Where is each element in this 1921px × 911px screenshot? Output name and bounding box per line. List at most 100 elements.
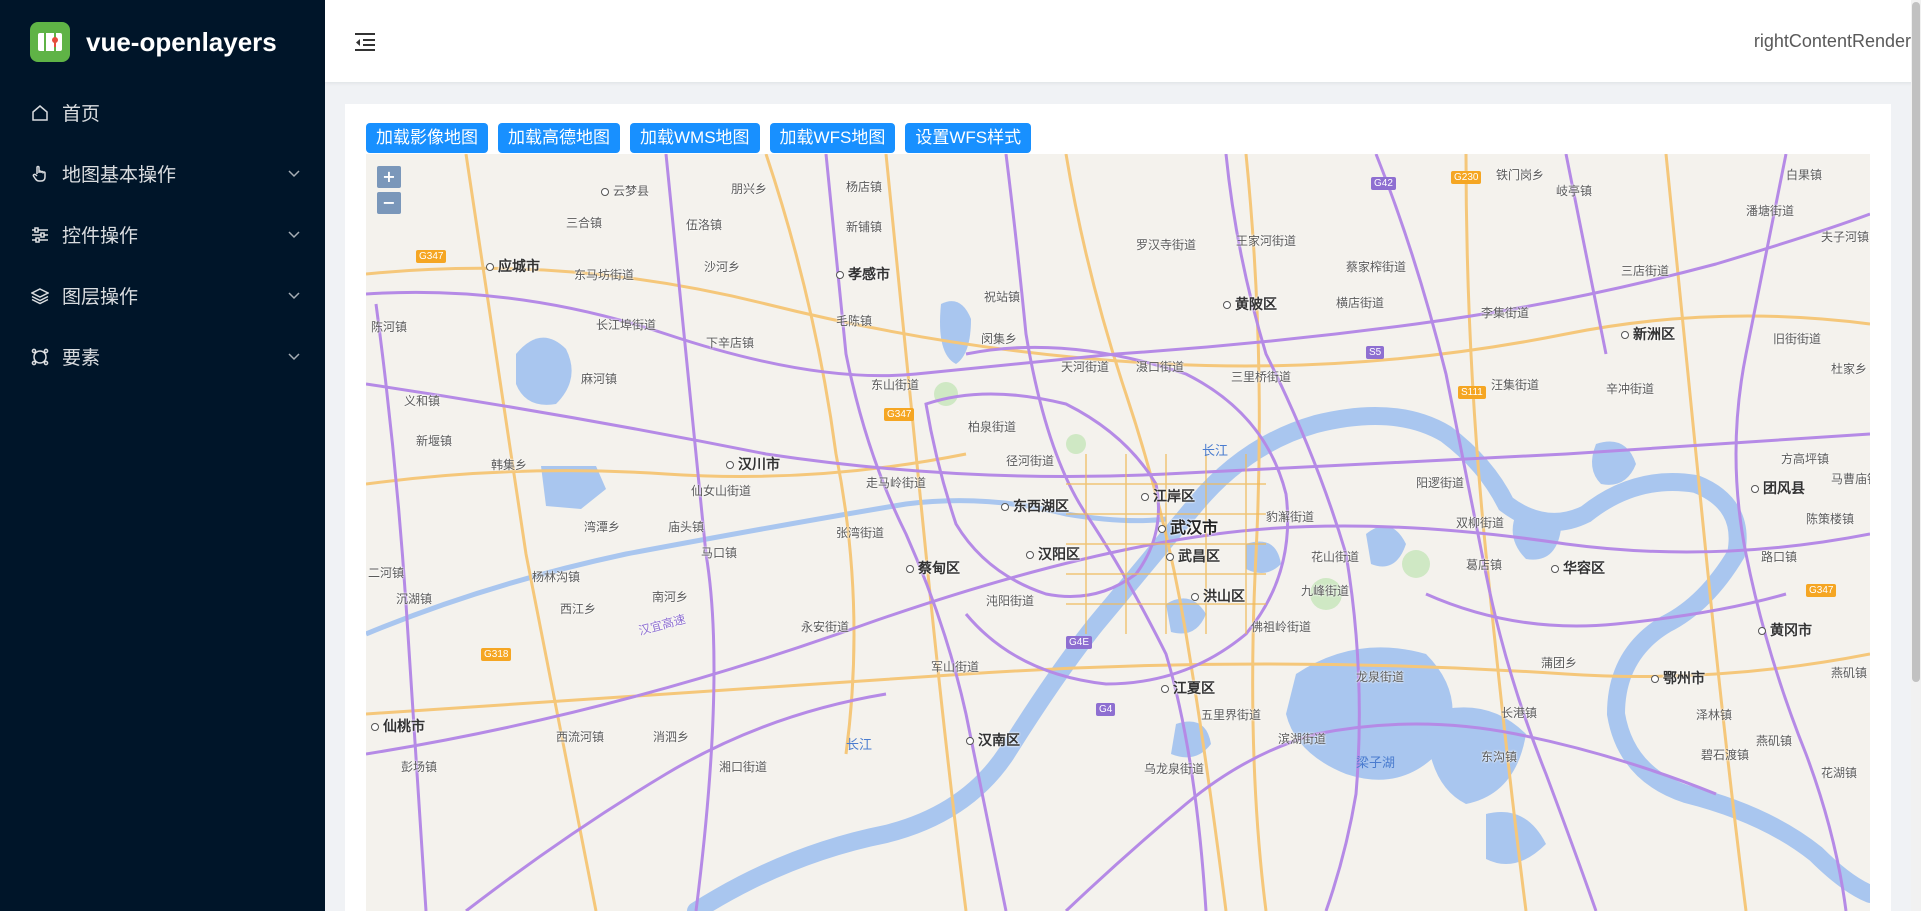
place-name: 三里桥街道 <box>1231 370 1292 384</box>
place-name: 豹澥街道 <box>1266 510 1315 524</box>
map-place-label: 麻河镇 <box>581 370 617 387</box>
map-place-label: 汉南区 <box>966 730 1020 750</box>
map-place-label: 东山街道 <box>871 376 919 393</box>
place-name: 汉阳区 <box>1038 546 1080 562</box>
zoom-control: + − <box>377 166 401 214</box>
map-place-label: 五里界街道 <box>1201 706 1261 723</box>
place-name: 新铺镇 <box>846 220 883 234</box>
map-place-label: 路口镇 <box>1761 548 1797 565</box>
sidebar-item-home[interactable]: 首页 <box>0 82 325 143</box>
sidebar-item-layers[interactable]: 图层操作 <box>0 265 325 326</box>
place-name: 滨湖街道 <box>1278 732 1327 746</box>
place-name: 新洲区 <box>1633 326 1675 342</box>
place-name: 南河乡 <box>652 590 689 604</box>
place-name: 天河街道 <box>1061 360 1110 374</box>
map-place-label: 杜家乡 <box>1831 360 1867 377</box>
load-imagery-map-button[interactable]: 加载影像地图 <box>366 123 488 153</box>
home-icon <box>30 103 50 123</box>
place-dot-icon <box>1551 565 1559 574</box>
place-name: 沙河乡 <box>704 260 741 274</box>
sidebar-item-controls[interactable]: 控件操作 <box>0 204 325 265</box>
map-place-label: 东马坊街道 <box>574 266 634 283</box>
map-place-label: 碧石渡镇 <box>1701 746 1749 763</box>
sidebar-item-label: 要素 <box>62 348 101 369</box>
road-shield: S111 <box>1458 386 1486 399</box>
map-place-label: 花湖镇 <box>1821 764 1857 781</box>
road-shield: G4E <box>1066 636 1093 649</box>
place-name: 沌阳街道 <box>986 594 1035 608</box>
load-wms-map-button[interactable]: 加载WMS地图 <box>630 123 760 153</box>
place-name: 路口镇 <box>1761 550 1798 564</box>
zoom-in-button[interactable]: + <box>377 166 401 188</box>
map-place-label: 天河街道 <box>1061 358 1109 375</box>
map-place-label: 乌龙泉街道 <box>1144 760 1204 777</box>
place-name: 蔡家榨街道 <box>1346 260 1407 274</box>
zoom-out-button[interactable]: − <box>377 192 401 214</box>
map-place-label: 旧街街道 <box>1773 330 1821 347</box>
map-place-label: 方高坪镇 <box>1781 450 1829 467</box>
map-place-label: 杨林沟镇 <box>532 568 580 585</box>
map-place-label: 毛陈镇 <box>836 312 872 329</box>
place-dot-icon <box>1026 551 1034 560</box>
place-name: 汪集街道 <box>1491 378 1540 392</box>
map-place-label: 长港镇 <box>1501 704 1537 721</box>
map-place-label: 湾潭乡 <box>584 518 620 535</box>
place-name: 鄂州市 <box>1663 670 1705 686</box>
app-title: vue-openlayers <box>86 26 277 57</box>
road-shield: G318 <box>481 648 512 661</box>
place-name: 方高坪镇 <box>1781 452 1830 466</box>
place-name: 马曹庙镇 <box>1831 472 1870 486</box>
road-shield: G347 <box>416 250 447 263</box>
place-name: 燕矶镇 <box>1831 666 1868 680</box>
map-place-label: 彭场镇 <box>401 758 437 775</box>
place-dot-icon <box>601 187 609 196</box>
chevron-down-icon <box>287 350 301 364</box>
map-place-label: 马曹庙镇 <box>1831 470 1870 487</box>
sidebar-item-features[interactable]: 要素 <box>0 326 325 387</box>
place-name: 孝感市 <box>848 266 890 282</box>
place-name: 朋兴乡 <box>731 182 768 196</box>
set-wfs-style-button[interactable]: 设置WFS样式 <box>905 123 1032 153</box>
right-content-render: rightContentRender <box>1753 31 1911 51</box>
place-dot-icon <box>906 565 914 574</box>
place-name: 罗汉寺街道 <box>1136 238 1197 252</box>
map-place-label: 岐亭镇 <box>1556 182 1592 199</box>
logo[interactable]: vue-openlayers <box>30 22 277 62</box>
place-dot-icon <box>966 737 974 746</box>
map-place-label: 军山街道 <box>931 658 979 675</box>
map-place-label: 黄冈市 <box>1758 620 1812 640</box>
map-viewport[interactable]: + − 云梦县 朋兴乡 杨店镇 铁门岗乡 白果镇 岐亭镇 三合镇 伍洛镇 新铺镇 潘塘街道 罗汉寺街… <box>366 154 1870 911</box>
map-place-label: 陈河镇 <box>371 318 407 335</box>
map-place-label: 龙泉街道 <box>1356 668 1404 685</box>
map-place-label: 陈策楼镇 <box>1806 510 1854 527</box>
map-place-label: 西江乡 <box>560 600 596 617</box>
place-name: 伍洛镇 <box>686 218 723 232</box>
chevron-down-icon <box>287 167 301 181</box>
load-wfs-map-button[interactable]: 加载WFS地图 <box>769 123 896 153</box>
place-name: 长江埠街道 <box>596 318 657 332</box>
map-place-label: 武汉市 <box>1158 514 1218 538</box>
place-dot-icon <box>1191 593 1199 602</box>
place-name: 夫子河镇 <box>1821 230 1870 244</box>
place-name: 仙女山街道 <box>691 484 752 498</box>
sidebar-item-map-basic[interactable]: 地图基本操作 <box>0 143 325 204</box>
sidebar-item-label: 图层操作 <box>62 287 139 308</box>
sliders-icon <box>30 225 50 245</box>
place-name: 马口镇 <box>701 546 738 560</box>
scrollbar-thumb[interactable] <box>1912 2 1920 682</box>
load-gaode-map-button[interactable]: 加载高德地图 <box>498 123 620 153</box>
place-name: 杨店镇 <box>846 180 883 194</box>
map-place-label: 汉阳区 <box>1026 544 1080 564</box>
menu-fold-icon[interactable] <box>352 29 378 55</box>
place-dot-icon <box>1166 553 1174 562</box>
map-place-label: 走马岭街道 <box>866 474 926 491</box>
place-name: 彭场镇 <box>401 760 438 774</box>
place-name: 长港镇 <box>1501 706 1538 720</box>
place-name: 华容区 <box>1563 560 1605 576</box>
map-place-label: 长江埠街道 <box>596 316 656 333</box>
place-name: 新堰镇 <box>416 434 453 448</box>
place-name: 泽林镇 <box>1696 708 1733 722</box>
place-name: 三店街道 <box>1621 264 1670 278</box>
chevron-down-icon <box>287 289 301 303</box>
page-scrollbar[interactable] <box>1911 0 1921 911</box>
